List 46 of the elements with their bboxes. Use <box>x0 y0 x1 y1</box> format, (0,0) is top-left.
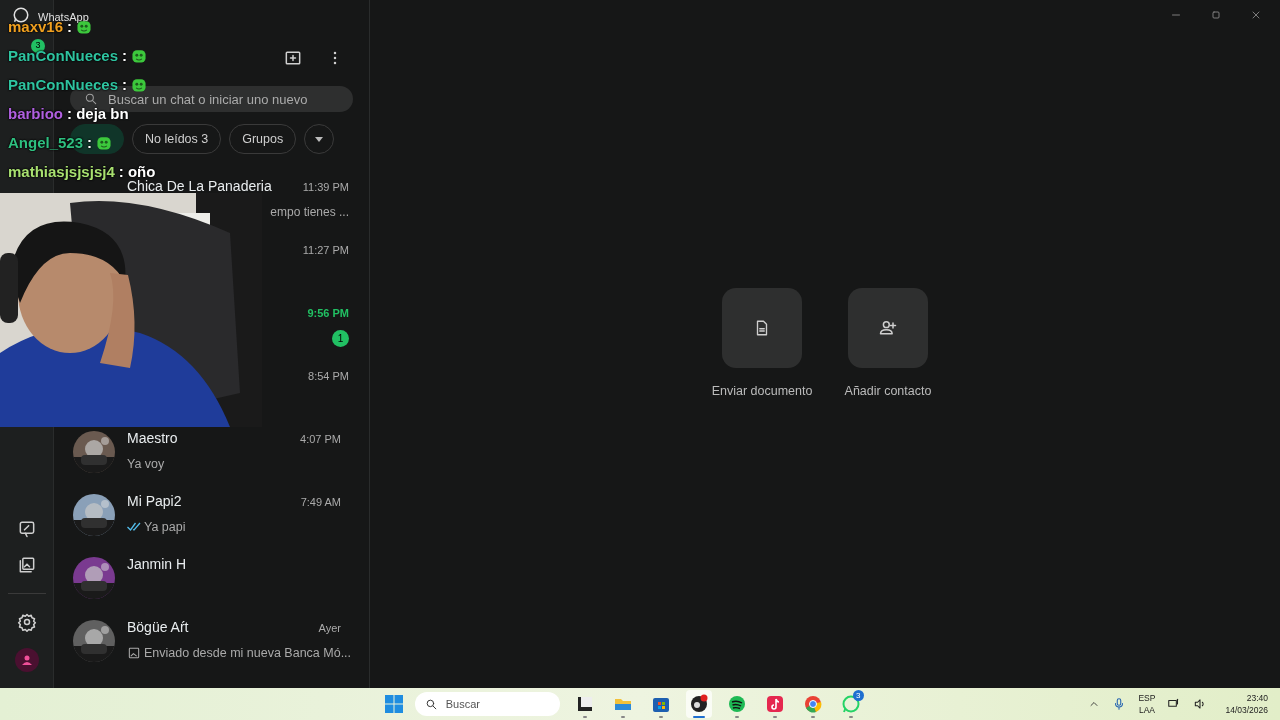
contact-name: Janmin H <box>127 557 187 571</box>
new-chat-icon[interactable] <box>283 48 303 68</box>
message-preview: Ya voy <box>127 455 165 473</box>
action-label: Enviar documento <box>711 382 813 400</box>
action-tile[interactable] <box>722 287 802 368</box>
restore-icon[interactable] <box>1210 9 1222 21</box>
message-preview: Enviado desde mi nueva Banca Mó... <box>144 644 352 662</box>
chat-message: : oño <box>118 164 156 179</box>
close-icon[interactable] <box>1250 9 1262 21</box>
contact-name: Chica De La Panaderia <box>127 179 272 193</box>
contact-name: Mi Papi2 <box>127 494 182 508</box>
chat-time: 7:49 AM <box>300 495 341 510</box>
action-label: Añadir contacto <box>844 382 932 400</box>
chat-username: Angel_523 <box>8 135 84 150</box>
language-code[interactable]: ESP <box>1138 692 1156 704</box>
notification-badge: 3 <box>852 690 864 701</box>
chat-message: : <box>87 135 93 150</box>
chat-time: 9:56 PM <box>307 306 349 321</box>
clock-date[interactable]: 14/03/2026 <box>1225 704 1268 716</box>
unread-badge: 1 <box>332 329 349 347</box>
chat-message: : <box>122 48 128 63</box>
action-tile[interactable] <box>848 287 928 368</box>
chat-time: 11:27 PM <box>302 243 349 258</box>
start-icon[interactable] <box>384 695 403 713</box>
message-preview: empo tienes ... <box>270 204 349 221</box>
profile-avatar[interactable] <box>14 648 39 672</box>
chat-username: mathiasjsjsjsj4 <box>8 164 115 179</box>
chat-time: 8:54 PM <box>308 369 349 384</box>
taskbar-search-input[interactable]: Buscar <box>445 695 526 713</box>
taskbar-app[interactable]: 3 <box>837 690 864 718</box>
chat-time: Ayer <box>318 621 341 636</box>
chat-time: 4:07 PM <box>300 432 341 447</box>
message-preview: Ya papi <box>144 518 186 536</box>
person-icon <box>20 654 33 666</box>
search-icon <box>84 92 98 106</box>
chat-time: 11:39 PM <box>302 180 349 195</box>
chat-username: barbioo <box>8 106 63 121</box>
settings-icon[interactable] <box>16 612 37 632</box>
keyboard-layout[interactable]: LAA <box>1138 704 1155 716</box>
taskbar-search[interactable]: Buscar <box>414 692 560 716</box>
caret-icon <box>315 136 324 142</box>
contact-name: Bögüe Aŕt <box>127 620 189 634</box>
search-icon <box>424 697 438 711</box>
contact-name: Maestro <box>127 431 178 445</box>
clock-time[interactable]: 23:40 <box>1246 692 1268 704</box>
whatsapp-logo-icon <box>12 6 30 24</box>
